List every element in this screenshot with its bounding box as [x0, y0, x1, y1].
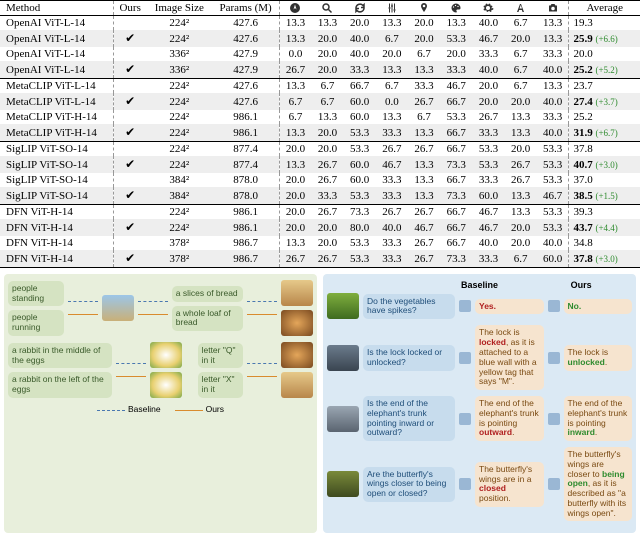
arrow-icon — [116, 359, 146, 381]
caption: a whole loaf of bread — [172, 306, 243, 332]
table-row: OpenAI ViT-L-14336²427.90.020.040.020.06… — [0, 47, 640, 61]
caption: letter "Q" in it — [198, 343, 243, 369]
caption: people running — [8, 310, 64, 336]
table-row: DFN ViT-H-14378²986.713.320.053.333.326.… — [0, 236, 640, 250]
arrow-icon — [138, 297, 168, 319]
model-icon — [548, 352, 560, 364]
question: Do the vegetables have spikes? — [363, 294, 455, 320]
answer-ours: No. — [564, 299, 633, 315]
table-row: OpenAI ViT-L-14✔224²427.613.320.040.06.7… — [0, 30, 640, 47]
col-method: Method — [0, 1, 114, 16]
model-icon — [459, 300, 471, 312]
legend-ours: Ours — [206, 404, 224, 414]
table-row: MetaCLIP ViT-H-14✔224²986.113.320.053.33… — [0, 124, 640, 142]
col-params: Params (M) — [213, 1, 280, 16]
col-ours: Ours — [114, 1, 146, 16]
font-icon — [505, 1, 537, 16]
thumbnail — [102, 295, 134, 321]
arrow-icon — [68, 297, 98, 319]
pin-icon — [408, 1, 440, 16]
thumbnail — [327, 406, 359, 432]
table-row: MetaCLIP ViT-L-14✔224²427.66.76.760.00.0… — [0, 93, 640, 110]
answer-baseline: Yes. — [475, 299, 544, 315]
camera-icon — [537, 1, 569, 16]
col-imgsize: Image Size — [146, 1, 213, 16]
arrow-icon — [247, 359, 277, 381]
qualitative-figure: people standing people running a slices … — [0, 274, 640, 533]
table-row: SigLIP ViT-SO-14✔384²878.020.033.353.333… — [0, 187, 640, 205]
table-row: OpenAI ViT-L-14✔336²427.926.720.033.313.… — [0, 61, 640, 79]
vqa-panel: BaselineOurs Do the vegetables have spik… — [323, 274, 636, 533]
search-icon — [311, 1, 343, 16]
question: Is the end of the elephant's trunk point… — [363, 396, 455, 441]
caption: a rabbit in the middle of the eggs — [8, 343, 112, 369]
caption: a slices of bread — [172, 286, 243, 302]
thumbnail — [150, 372, 182, 398]
thumbnail — [327, 345, 359, 371]
answer-ours: The end of the elephant's trunk is point… — [564, 396, 633, 441]
table-row: SigLIP ViT-SO-14✔224²877.413.326.760.046… — [0, 156, 640, 173]
answer-ours: The butterfly's wings are closer to bein… — [564, 447, 633, 521]
answer-baseline: The end of the elephant's trunk is point… — [475, 396, 544, 441]
col-baseline: Baseline — [429, 280, 531, 290]
table-row: SigLIP ViT-SO-14384²878.020.026.760.033.… — [0, 173, 640, 187]
table-row: MetaCLIP ViT-H-14224²986.16.713.360.013.… — [0, 110, 640, 124]
answer-ours: The lock is unlocked. — [564, 345, 633, 371]
sliders-icon — [376, 1, 408, 16]
palette-icon — [440, 1, 472, 16]
question: Are the butterfly's wings closer to bein… — [363, 467, 455, 502]
caption: a rabbit on the left of the eggs — [8, 372, 112, 398]
gear-icon — [472, 1, 504, 16]
table-row: SigLIP ViT-SO-14224²877.420.020.053.326.… — [0, 142, 640, 157]
retrieval-panel: people standing people running a slices … — [4, 274, 317, 533]
table-row: DFN ViT-H-14224²986.120.026.773.326.726.… — [0, 205, 640, 220]
model-icon — [459, 352, 471, 364]
model-icon — [459, 413, 471, 425]
thumbnail — [281, 280, 313, 306]
thumbnail — [281, 310, 313, 336]
arrow-icon — [247, 297, 277, 319]
caption: people standing — [8, 281, 64, 307]
question: Is the lock locked or unlocked? — [363, 345, 455, 371]
table-body: OpenAI ViT-L-14224²427.613.313.320.013.3… — [0, 16, 640, 268]
model-icon — [548, 478, 560, 490]
table-row: DFN ViT-H-14✔378²986.726.726.753.333.326… — [0, 250, 640, 268]
thumbnail — [150, 342, 182, 368]
model-icon — [548, 413, 560, 425]
thumbnail — [327, 293, 359, 319]
col-average: Average — [569, 1, 640, 16]
table-row: DFN ViT-H-14✔224²986.120.020.080.040.046… — [0, 219, 640, 236]
answer-baseline: The butterfly's wings are in a closed po… — [475, 462, 544, 507]
table-row: MetaCLIP ViT-L-14224²427.613.36.766.76.7… — [0, 79, 640, 94]
model-icon — [459, 478, 471, 490]
caption: letter "X" in it — [198, 372, 243, 398]
thumbnail — [327, 471, 359, 497]
answer-baseline: The lock is locked, as it is attached to… — [475, 325, 544, 390]
refresh-icon — [344, 1, 376, 16]
legend: Baseline Ours — [8, 404, 313, 414]
results-table: Method Ours Image Size Params (M) Averag… — [0, 0, 640, 268]
compass-icon — [279, 1, 311, 16]
model-icon — [548, 300, 560, 312]
legend-baseline: Baseline — [128, 404, 161, 414]
col-ours: Ours — [530, 280, 632, 290]
table-row: OpenAI ViT-L-14224²427.613.313.320.013.3… — [0, 16, 640, 31]
thumbnail — [281, 342, 313, 368]
thumbnail — [281, 372, 313, 398]
